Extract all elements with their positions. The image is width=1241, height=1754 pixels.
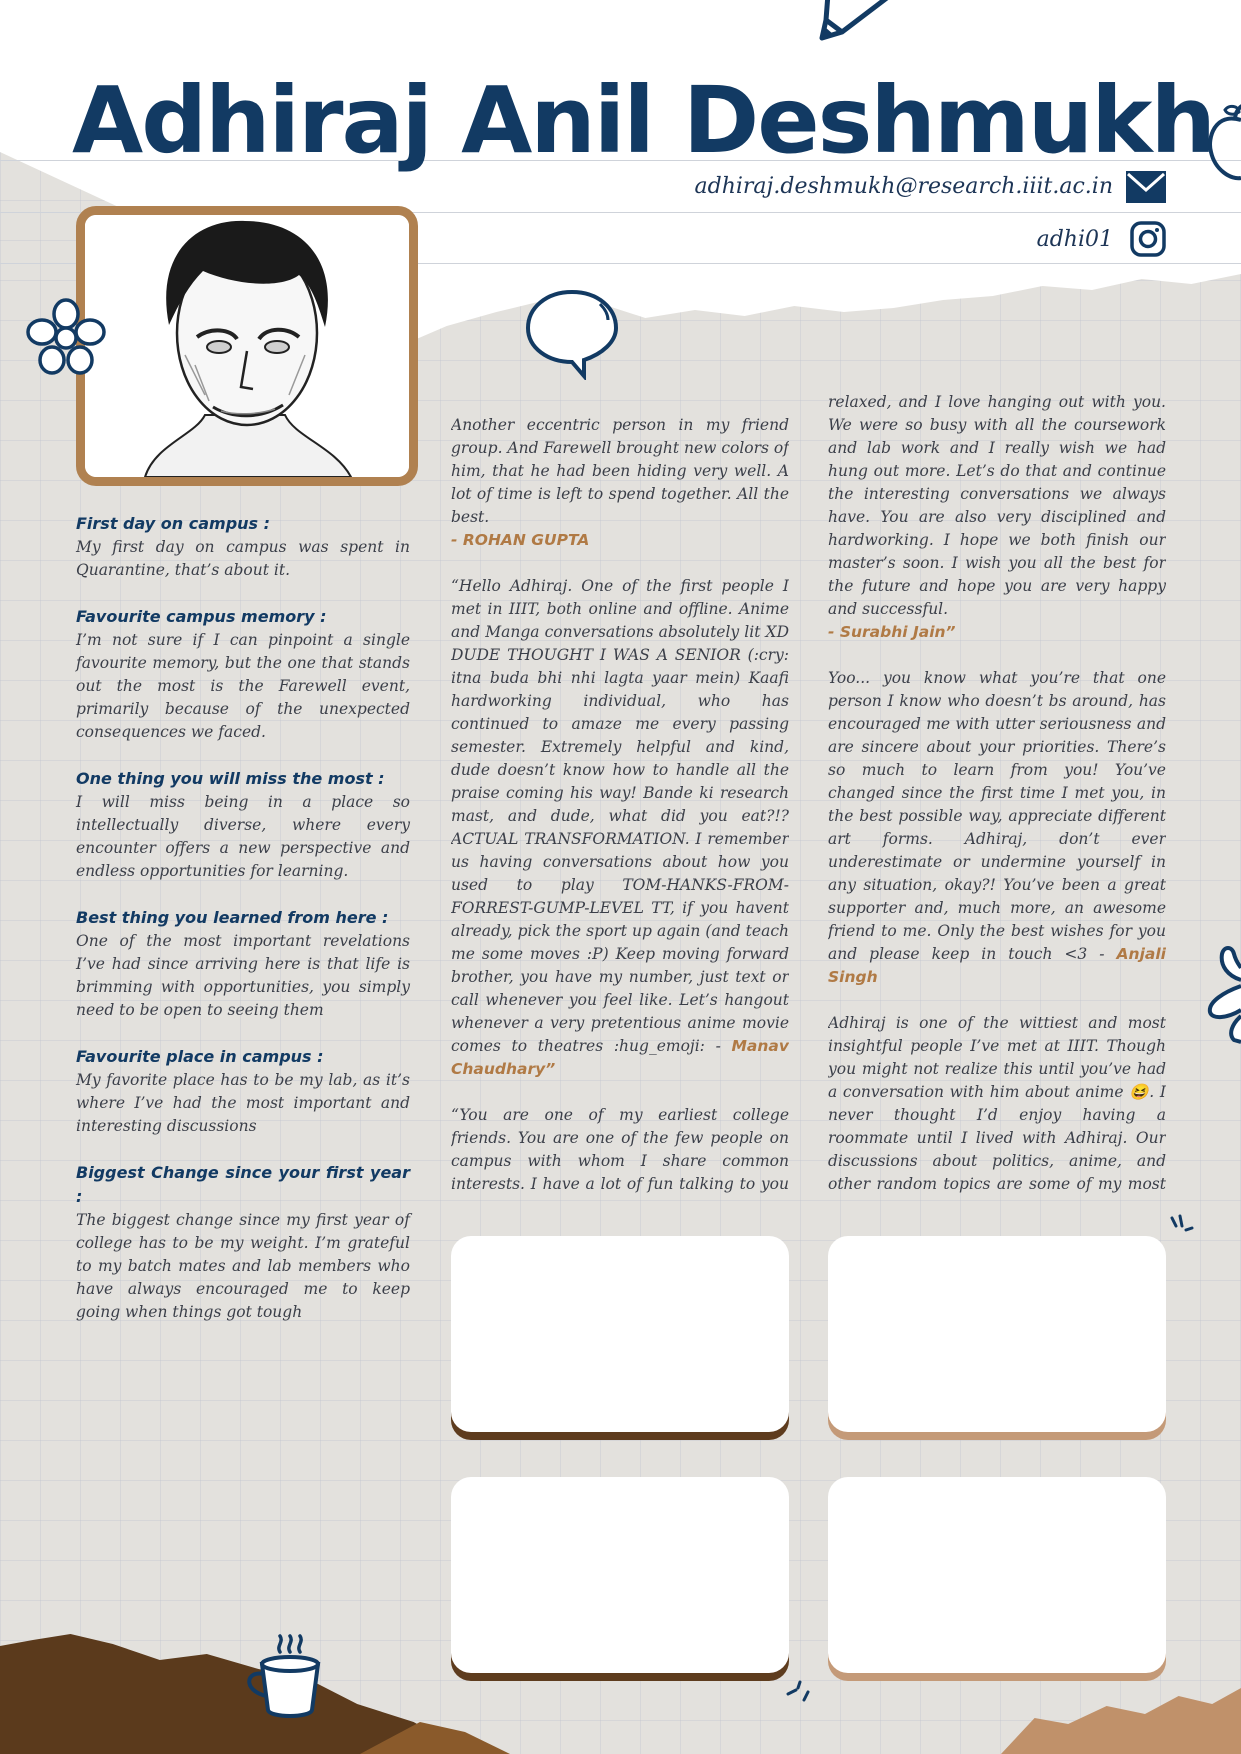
message-text: Yoo... you know what you’re that one per… bbox=[828, 669, 1166, 963]
question-answer: I will miss being in a place so intellec… bbox=[76, 793, 410, 880]
question-answer: One of the most important revelations I’… bbox=[76, 932, 410, 1019]
friend-message: relaxed, and I love hanging out with you… bbox=[828, 391, 1166, 644]
message-text: Adhiraj is one of the wittiest and most … bbox=[828, 1014, 1166, 1200]
friend-message: Adhiraj is one of the wittiest and most … bbox=[828, 1012, 1166, 1200]
instagram-handle[interactable]: adhi01 bbox=[1037, 227, 1113, 252]
pencil-icon bbox=[819, 0, 889, 41]
qa-item: Best thing you learned from here : One of… bbox=[76, 906, 410, 1022]
question-title: Favourite campus memory : bbox=[76, 607, 327, 626]
messages-column-right: relaxed, and I love hanging out with you… bbox=[828, 391, 1166, 1200]
qa-item: Biggest Change since your first year : Th… bbox=[76, 1161, 410, 1324]
qa-item: First day on campus : My first day on cam… bbox=[76, 512, 410, 582]
photo-placeholder-card bbox=[828, 1477, 1166, 1673]
message-text: “Hello Adhiraj. One of the first people … bbox=[451, 577, 789, 1055]
question-title: Biggest Change since your first year : bbox=[76, 1163, 410, 1206]
sparkle-icon bbox=[786, 1680, 810, 1702]
question-title: First day on campus : bbox=[76, 514, 271, 533]
message-text: “You are one of my earliest college frie… bbox=[451, 1106, 789, 1200]
profile-photo bbox=[76, 206, 418, 486]
messages-column-middle: Another eccentric person in my friend gr… bbox=[451, 414, 789, 1200]
coffee-cup-icon bbox=[247, 1634, 321, 1718]
qa-item: One thing you will miss the most : I will… bbox=[76, 767, 410, 883]
friend-message: Yoo... you know what you’re that one per… bbox=[828, 667, 1166, 989]
question-answer: I’m not sure if I can pinpoint a single … bbox=[76, 631, 410, 741]
qa-column: First day on campus : My first day on cam… bbox=[76, 512, 410, 1347]
page-title: Adhiraj Anil Deshmukh bbox=[72, 67, 1216, 174]
hand-icon bbox=[1207, 946, 1241, 1044]
friend-message: “Hello Adhiraj. One of the first people … bbox=[451, 575, 789, 1081]
mail-icon bbox=[1126, 171, 1166, 203]
question-answer: My favorite place has to be my lab, as i… bbox=[76, 1071, 410, 1135]
photo-placeholder-card bbox=[828, 1236, 1166, 1432]
flower-icon bbox=[26, 298, 106, 375]
qa-item: Favourite place in campus : My favorite p… bbox=[76, 1045, 410, 1138]
qa-item: Favourite campus memory : I’m not sure if… bbox=[76, 605, 410, 744]
message-signature: - ROHAN GUPTA bbox=[451, 531, 590, 549]
photo-placeholder-card bbox=[451, 1477, 789, 1673]
message-text: relaxed, and I love hanging out with you… bbox=[828, 393, 1166, 618]
photo-placeholder-card bbox=[451, 1236, 789, 1432]
email-address[interactable]: adhiraj.deshmukh@research.iiit.ac.in bbox=[695, 174, 1113, 199]
friend-message: Another eccentric person in my friend gr… bbox=[451, 414, 789, 552]
speech-bubble-icon bbox=[525, 289, 619, 380]
question-title: Best thing you learned from here : bbox=[76, 908, 389, 927]
question-answer: The biggest change since my first year o… bbox=[76, 1211, 410, 1321]
question-answer: My first day on campus was spent in Quar… bbox=[76, 538, 410, 579]
question-title: Favourite place in campus : bbox=[76, 1047, 324, 1066]
friend-message: “You are one of my earliest college frie… bbox=[451, 1104, 789, 1200]
message-text: Another eccentric person in my friend gr… bbox=[451, 416, 789, 526]
message-signature: - Surabhi Jain” bbox=[828, 623, 956, 641]
question-title: One thing you will miss the most : bbox=[76, 769, 385, 788]
manga-portrait bbox=[85, 215, 409, 477]
sparkle-icon bbox=[1170, 1214, 1194, 1232]
instagram-icon bbox=[1130, 221, 1166, 257]
